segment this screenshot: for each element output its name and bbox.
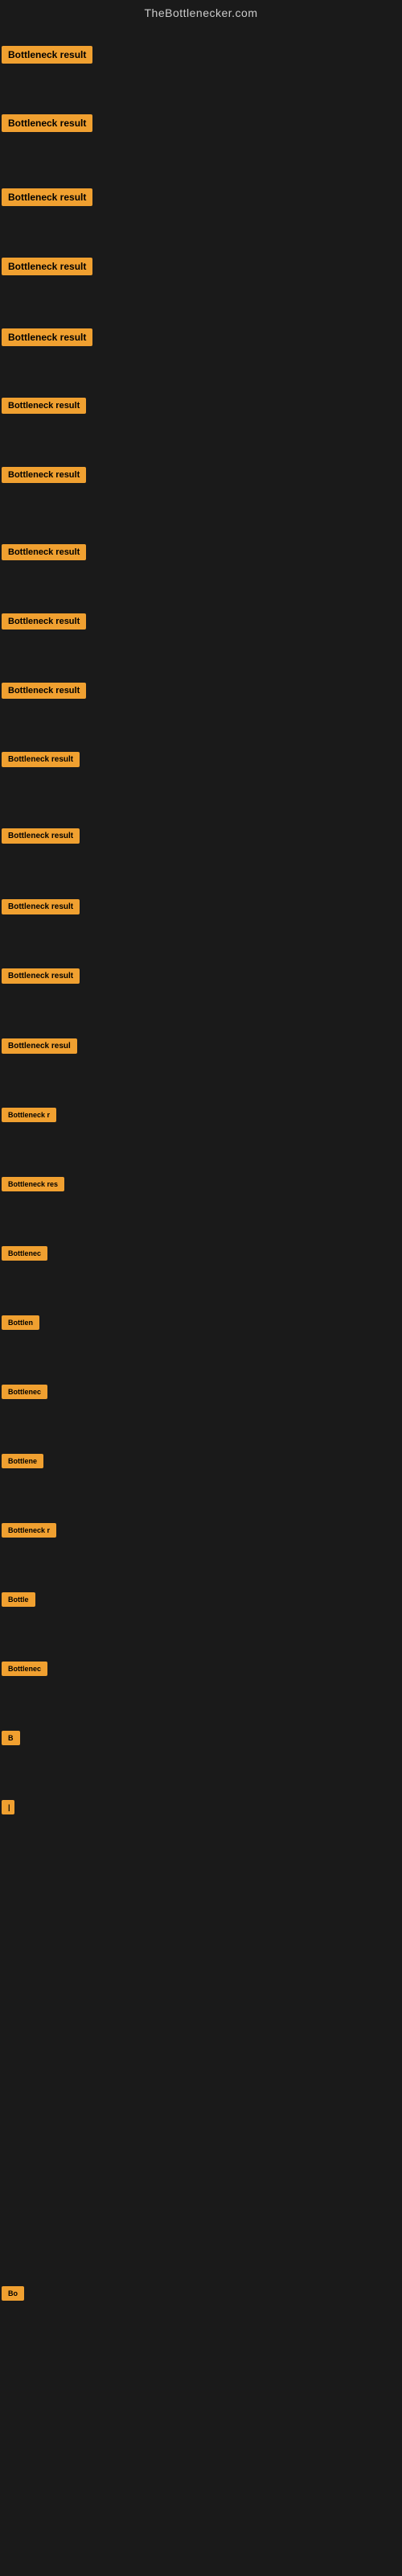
bottleneck-label: Bottleneck result	[2, 328, 92, 346]
bottleneck-label-row: Bottleneck res	[2, 1177, 64, 1195]
bottleneck-label: Bottlenec	[2, 1662, 47, 1676]
bottleneck-label: Bottleneck result	[2, 613, 86, 630]
bottleneck-label-row: Bottle	[2, 1592, 35, 1611]
bottleneck-label: Bottleneck result	[2, 46, 92, 64]
bottleneck-label: Bottleneck result	[2, 683, 86, 699]
bottleneck-label: Bottlenec	[2, 1385, 47, 1399]
bottleneck-label: Bottleneck resul	[2, 1038, 77, 1054]
bottleneck-label-row: Bottleneck result	[2, 188, 92, 210]
bottleneck-label: Bottleneck result	[2, 467, 86, 483]
bottleneck-label-row: Bottlenec	[2, 1246, 47, 1265]
bottleneck-label: Bottlene	[2, 1454, 43, 1468]
bottleneck-label-row: Bottleneck result	[2, 752, 80, 771]
bottleneck-label: Bottle	[2, 1592, 35, 1607]
bottleneck-label: Bottleneck res	[2, 1177, 64, 1191]
bottleneck-label-row: Bottlenec	[2, 1385, 47, 1403]
bottleneck-label-row: Bo	[2, 2286, 24, 2305]
bottleneck-label-row: Bottleneck result	[2, 613, 86, 634]
bottleneck-label-row: B	[2, 1731, 20, 1749]
bottleneck-label-row: Bottleneck r	[2, 1523, 56, 1542]
bottleneck-label: |	[2, 1800, 14, 1814]
bottleneck-label: Bottleneck result	[2, 752, 80, 767]
bottleneck-label: Bottlen	[2, 1315, 39, 1330]
bottleneck-label-row: Bottleneck result	[2, 398, 86, 418]
bottleneck-label: Bottleneck r	[2, 1523, 56, 1538]
bottleneck-label-row: |	[2, 1800, 14, 1818]
bottleneck-label: Bo	[2, 2286, 24, 2301]
bottleneck-label-row: Bottleneck r	[2, 1108, 56, 1126]
bottleneck-label-row: Bottleneck result	[2, 46, 92, 68]
bottleneck-label-row: Bottleneck result	[2, 899, 80, 919]
bottleneck-label: Bottleneck result	[2, 114, 92, 132]
bottleneck-label-row: Bottlene	[2, 1454, 43, 1472]
bottleneck-label: Bottleneck r	[2, 1108, 56, 1122]
bottleneck-label: B	[2, 1731, 20, 1745]
bottleneck-label-row: Bottlen	[2, 1315, 39, 1334]
bottleneck-label-row: Bottleneck result	[2, 328, 92, 350]
bottleneck-label: Bottleneck result	[2, 188, 92, 206]
bottleneck-label: Bottleneck result	[2, 258, 92, 275]
bottleneck-label: Bottleneck result	[2, 544, 86, 560]
bottleneck-label: Bottleneck result	[2, 968, 80, 984]
bottleneck-label-row: Bottlenec	[2, 1662, 47, 1680]
bottleneck-label-row: Bottleneck result	[2, 544, 86, 564]
bottleneck-label-row: Bottleneck result	[2, 968, 80, 988]
bottleneck-label-row: Bottleneck result	[2, 683, 86, 703]
site-title: TheBottlenecker.com	[0, 0, 402, 26]
bottleneck-label-row: Bottleneck resul	[2, 1038, 77, 1058]
bottleneck-label: Bottleneck result	[2, 899, 80, 914]
bottleneck-label: Bottleneck result	[2, 398, 86, 414]
bottleneck-label: Bottleneck result	[2, 828, 80, 844]
bottleneck-label-row: Bottleneck result	[2, 114, 92, 136]
bottleneck-label: Bottlenec	[2, 1246, 47, 1261]
bottleneck-label-row: Bottleneck result	[2, 828, 80, 848]
bottleneck-label-row: Bottleneck result	[2, 467, 86, 487]
bottleneck-label-row: Bottleneck result	[2, 258, 92, 279]
